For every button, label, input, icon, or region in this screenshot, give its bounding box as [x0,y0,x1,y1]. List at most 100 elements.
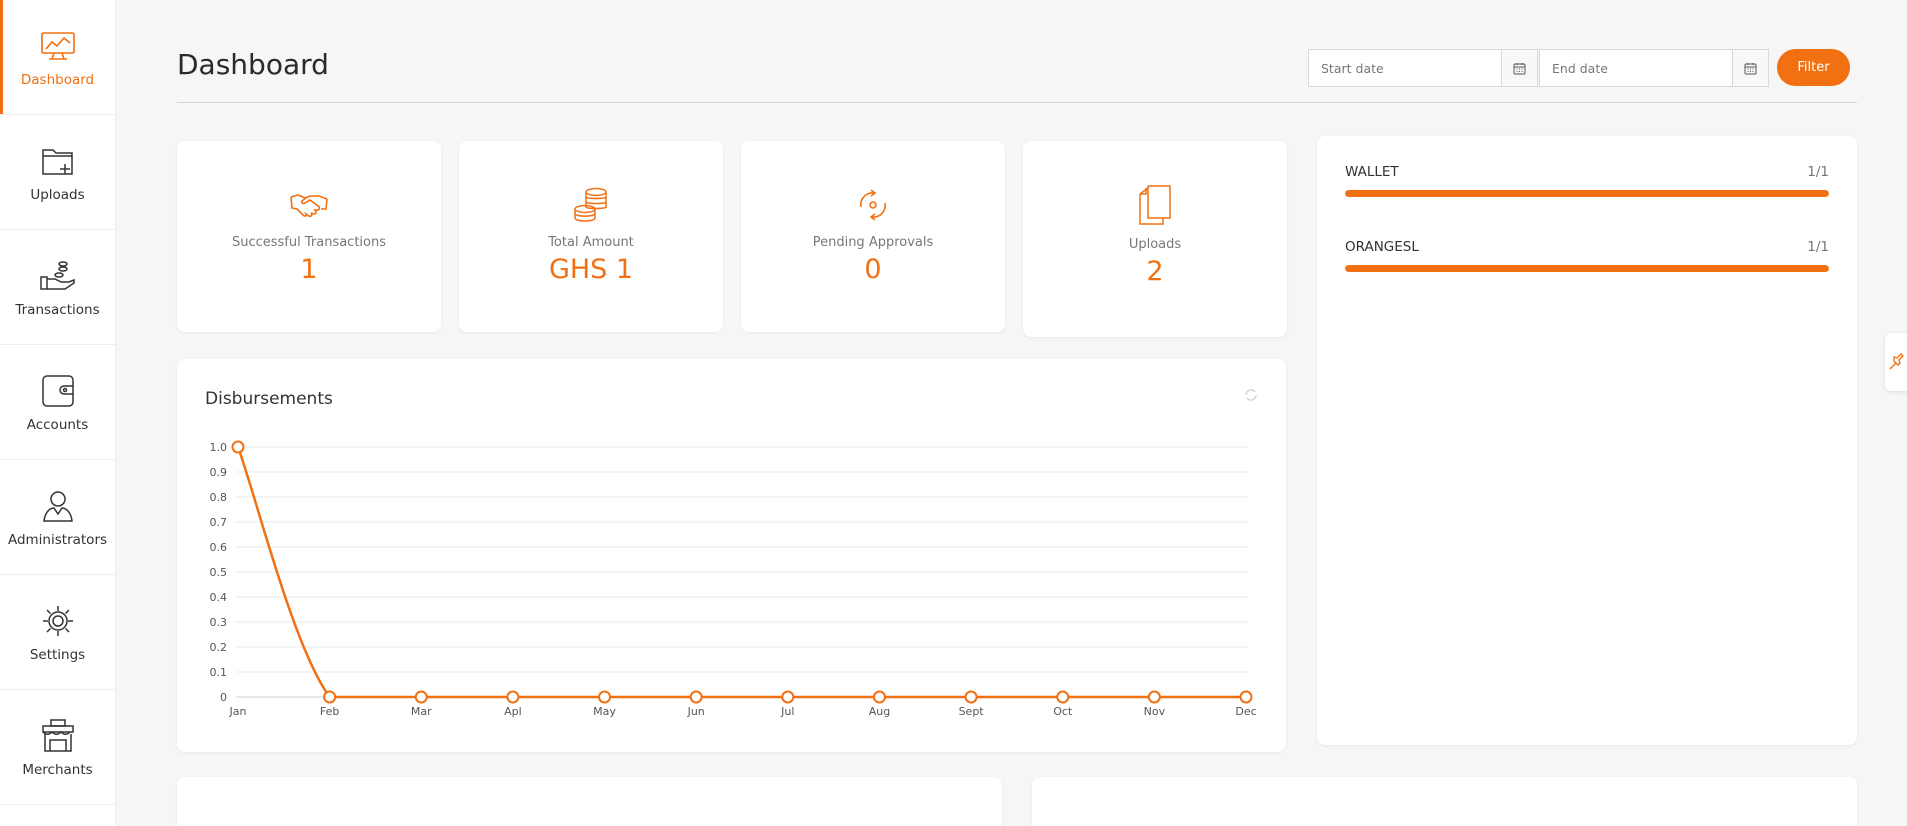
x-tick-label: Aug [869,705,890,718]
disbursements-chart-card: Disbursements 0 0.1 0.2 0.3 0.4 0.5 0.6 0.7 0.8 0… [177,359,1286,752]
stat-card-pending-approvals: Pending Approvals 0 [741,141,1005,332]
sidebar-item-label: Transactions [15,302,100,318]
stat-value: GHS 1 [548,254,634,285]
sidebar-item-merchants[interactable]: Merchants [0,690,115,805]
data-point [1056,690,1070,704]
stat-card-total-amount: Total Amount GHS 1 [459,141,723,332]
data-point [781,690,795,704]
filter-button[interactable]: Filter [1777,49,1850,86]
x-tick-label: Sept [959,705,985,718]
channel-summary-card: WALLET 1/1 ORANGESL 1/1 [1317,136,1857,745]
channel-wallet: WALLET 1/1 [1345,164,1829,197]
x-tick-label: Nov [1144,705,1166,718]
x-tick-label: Feb [320,705,339,718]
channel-name: ORANGESL [1345,239,1419,255]
stat-label: Uploads [1128,237,1182,252]
sidebar: Dashboard Uploads Transactions Accounts … [0,0,116,826]
channel-ratio: 1/1 [1807,164,1829,180]
y-tick-label: 0.9 [210,466,228,479]
sidebar-item-settings[interactable]: Settings [0,575,115,690]
hand-coins-icon [38,256,78,296]
start-date-picker-button[interactable] [1501,49,1538,87]
page-title: Dashboard [177,48,329,81]
channel-name: WALLET [1345,164,1399,180]
y-tick-label: 0.7 [210,516,228,529]
y-tick-label: 0.5 [210,566,228,579]
end-date-group [1539,49,1769,87]
calendar-icon [1513,62,1526,74]
y-tick-label: 0.3 [210,616,228,629]
end-date-input[interactable] [1539,49,1732,87]
x-tick-label: Jul [780,705,794,718]
coins-icon [569,185,613,225]
data-point [1147,690,1161,704]
monitor-icon [38,26,78,66]
sidebar-item-label: Dashboard [20,72,95,88]
y-tick-label: 0.4 [210,591,228,604]
channel-orangesl: ORANGESL 1/1 [1345,239,1829,272]
data-point [231,440,245,454]
wallet-icon [38,371,78,411]
y-tick-label: 0.1 [210,666,228,679]
stat-label: Successful Transactions [231,235,387,250]
handshake-icon [287,185,331,225]
channel-ratio: 1/1 [1807,239,1829,255]
store-icon [38,716,78,756]
documents-icon [1133,183,1177,227]
progress-fill [1345,190,1829,197]
x-tick-label: Apl [504,705,522,718]
sidebar-item-uploads[interactable]: Uploads [0,115,115,230]
x-tick-label: Mar [411,705,432,718]
end-date-picker-button[interactable] [1732,49,1769,87]
sidebar-item-label: Merchants [22,762,93,778]
sidebar-item-label: Settings [29,647,86,663]
bottom-card-left [177,777,1002,826]
y-tick-label: 0 [220,691,227,704]
sidebar-item-dashboard[interactable]: Dashboard [0,0,115,115]
stat-value: 2 [1146,256,1164,287]
x-tick-label: Jun [687,705,705,718]
sidebar-item-label: Accounts [26,417,89,433]
progress-bar [1345,265,1829,272]
disbursements-line-chart: 0 0.1 0.2 0.3 0.4 0.5 0.6 0.7 0.8 0.9 1.0 Jan Feb Mar… [210,440,1257,718]
data-point [414,690,428,704]
sync-icon [851,185,895,225]
x-tick-label: May [593,705,616,718]
gear-icon [38,601,78,641]
data-point [598,690,612,704]
stat-card-uploads: Uploads 2 [1023,141,1287,337]
folder-add-icon [38,141,78,181]
pin-icon [1889,353,1904,370]
admin-user-icon [38,486,78,526]
data-point [872,690,886,704]
y-tick-label: 0.6 [210,541,228,554]
stat-label: Total Amount [548,235,634,250]
y-tick-label: 0.2 [210,641,228,654]
stat-value: 0 [864,254,882,285]
y-tick-label: 0.8 [210,491,228,504]
data-point [689,690,703,704]
stat-value: 1 [300,254,318,285]
start-date-input[interactable] [1308,49,1501,87]
progress-bar [1345,190,1829,197]
sidebar-item-administrators[interactable]: Administrators [0,460,115,575]
data-point [506,690,520,704]
bottom-card-right [1032,777,1857,826]
progress-fill [1345,265,1829,272]
x-tick-label: Oct [1053,705,1073,718]
sidebar-item-label: Administrators [7,532,108,548]
data-point [964,690,978,704]
sidebar-item-transactions[interactable]: Transactions [0,230,115,345]
header-divider [177,102,1857,103]
y-tick-label: 1.0 [210,441,228,454]
sidebar-item-accounts[interactable]: Accounts [0,345,115,460]
x-tick-label: Dec [1235,705,1256,718]
data-point [323,690,337,704]
stat-label: Pending Approvals [812,235,934,250]
data-point [1239,690,1253,704]
stat-card-successful-transactions: Successful Transactions 1 [177,141,441,332]
x-tick-label: Jan [229,705,247,718]
start-date-group [1308,49,1538,87]
calendar-icon [1744,62,1757,74]
side-settings-tab[interactable] [1885,333,1907,391]
